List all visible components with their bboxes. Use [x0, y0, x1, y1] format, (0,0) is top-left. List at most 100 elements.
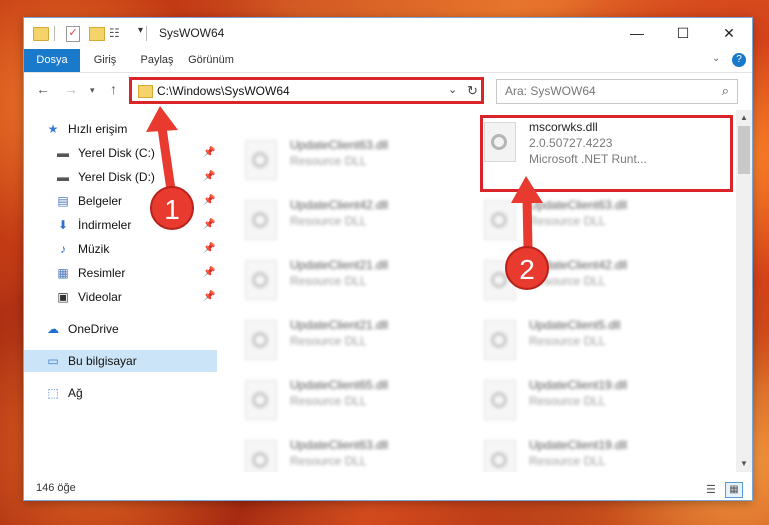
gear-icon: [252, 152, 268, 168]
downloads-icon: ⬇: [57, 218, 69, 232]
file-name: UpdateClient65.dll: [290, 378, 389, 392]
scroll-down-button[interactable]: ▼: [736, 456, 752, 472]
dll-file-icon: [245, 320, 277, 360]
sidebar-item-label: Hızlı erişim: [68, 122, 128, 136]
sidebar-item[interactable]: ▬ Yerel Disk (C:) 📌: [24, 142, 217, 164]
sidebar-item-label: Videolar: [78, 290, 122, 304]
file-item[interactable]: UpdateClient21.dll Resource DLL: [245, 316, 470, 368]
cloud-icon: ☁: [47, 322, 59, 336]
sidebar-item-label: Resimler: [78, 266, 126, 280]
file-name: UpdateClient63.dll: [529, 198, 628, 212]
pin-icon[interactable]: 📌: [203, 286, 215, 308]
pin-icon[interactable]: 📌: [203, 214, 215, 236]
expand-ribbon-icon[interactable]: ⌄: [712, 53, 720, 64]
file-name: UpdateClient21.dll: [290, 258, 389, 272]
file-name: UpdateClient5.dll: [529, 318, 621, 332]
customize-icon[interactable]: ☷: [109, 26, 120, 42]
search-input[interactable]: Ara: SysWOW64 ⌕: [496, 79, 738, 104]
gear-icon: [252, 452, 268, 468]
file-detail: Resource DLL: [290, 274, 367, 288]
pin-icon[interactable]: 📌: [203, 166, 215, 188]
dll-file-icon: [484, 440, 516, 472]
file-item[interactable]: UpdateClient63.dll Resource DLL: [245, 136, 470, 188]
gear-icon: [491, 392, 507, 408]
gear-icon: [252, 332, 268, 348]
maximize-button[interactable]: ☐: [660, 18, 706, 48]
scroll-thumb[interactable]: [738, 126, 750, 174]
sidebar-item[interactable]: ▭ Bu bilgisayar: [24, 350, 217, 372]
step-1-badge: 1: [150, 186, 194, 230]
file-name: UpdateClient63.dll: [290, 138, 389, 152]
file-detail: Resource DLL: [290, 454, 367, 468]
up-button[interactable]: ↑: [110, 81, 117, 97]
scroll-up-button[interactable]: ▲: [736, 110, 752, 126]
file-item[interactable]: UpdateClient19.dll Resource DLL: [484, 376, 709, 428]
new-folder-icon[interactable]: [89, 27, 105, 41]
file-name: UpdateClient42.dll: [290, 198, 389, 212]
search-icon[interactable]: ⌕: [722, 83, 729, 99]
sidebar-item[interactable]: ▣ Videolar 📌: [24, 286, 217, 308]
pin-icon[interactable]: 📌: [203, 142, 215, 164]
file-highlight-box: [480, 115, 733, 192]
drive-icon: ▬: [57, 170, 69, 184]
sidebar-item-label: Ağ: [68, 386, 83, 400]
file-detail: Resource DLL: [529, 454, 606, 468]
sidebar-item-label: OneDrive: [68, 322, 119, 336]
tab-home[interactable]: Giriş: [84, 49, 126, 72]
sidebar-item[interactable]: ▦ Resimler 📌: [24, 262, 217, 284]
back-button[interactable]: ←: [36, 81, 50, 97]
gear-icon: [491, 212, 507, 228]
quick-access-dropdown[interactable]: ▾: [138, 25, 143, 41]
folder-icon[interactable]: [33, 27, 49, 41]
ribbon-tabs: Dosya Giriş Paylaş Görünüm ⌄ ?: [24, 49, 752, 73]
dll-file-icon: [245, 260, 277, 300]
gear-icon: [491, 452, 507, 468]
pin-icon[interactable]: 📌: [203, 190, 215, 212]
file-detail: Resource DLL: [290, 394, 367, 408]
item-count: 146 öğe: [36, 482, 76, 494]
pictures-icon: ▦: [57, 266, 69, 280]
file-item[interactable]: UpdateClient21.dll Resource DLL: [245, 256, 470, 308]
dll-file-icon: [484, 380, 516, 420]
file-detail: Resource DLL: [529, 394, 606, 408]
forward-button[interactable]: →: [64, 81, 78, 97]
navigation-pane: ★ Hızlı erişim ▬ Yerel Disk (C:) 📌 ▬ Yerel Dis…: [24, 110, 217, 472]
file-item[interactable]: UpdateClient42.dll Resource DLL: [245, 196, 470, 248]
sidebar-item[interactable]: ♪ Müzik 📌: [24, 238, 217, 260]
close-button[interactable]: ✕: [706, 18, 752, 48]
sidebar-item[interactable]: ⬚ Ağ: [24, 382, 217, 404]
file-item[interactable]: UpdateClient65.dll Resource DLL: [245, 376, 470, 428]
star-icon: ★: [47, 122, 59, 136]
sidebar-item[interactable]: ☁ OneDrive: [24, 318, 217, 340]
tab-file[interactable]: Dosya: [24, 49, 80, 72]
tiles-view-icon[interactable]: ▦: [725, 482, 743, 498]
tab-share[interactable]: Paylaş: [132, 49, 182, 72]
minimize-button[interactable]: —: [614, 18, 660, 48]
file-item[interactable]: UpdateClient5.dll Resource DLL: [484, 316, 709, 368]
file-item[interactable]: UpdateClient19.dll Resource DLL: [484, 436, 709, 472]
recent-locations-button[interactable]: ▾: [90, 85, 95, 96]
sidebar-item[interactable]: ▬ Yerel Disk (D:) 📌: [24, 166, 217, 188]
details-view-icon[interactable]: ☰: [706, 483, 716, 496]
vertical-scrollbar[interactable]: ▲ ▼: [736, 110, 752, 472]
dll-file-icon: [484, 200, 516, 240]
file-detail: Resource DLL: [529, 334, 606, 348]
file-name: UpdateClient63.dll: [290, 438, 389, 452]
window-title: SysWOW64: [159, 26, 225, 40]
address-highlight-box: [129, 77, 484, 104]
file-item[interactable]: UpdateClient63.dll Resource DLL: [484, 196, 709, 248]
pin-icon[interactable]: 📌: [203, 262, 215, 284]
sidebar-item-label: Belgeler: [78, 194, 123, 208]
pin-icon[interactable]: 📌: [203, 238, 215, 260]
properties-icon[interactable]: ✓: [66, 26, 80, 42]
dll-file-icon: [245, 380, 277, 420]
file-item[interactable]: UpdateClient63.dll Resource DLL: [245, 436, 470, 472]
drive-icon: ▬: [57, 146, 69, 160]
help-icon[interactable]: ?: [732, 53, 746, 67]
sidebar-item[interactable]: ★ Hızlı erişim: [24, 118, 217, 140]
gear-icon: [252, 392, 268, 408]
sidebar-item-label: Bu bilgisayar: [68, 354, 137, 368]
dll-file-icon: [484, 320, 516, 360]
tab-view[interactable]: Görünüm: [186, 49, 236, 72]
gear-icon: [491, 272, 507, 288]
